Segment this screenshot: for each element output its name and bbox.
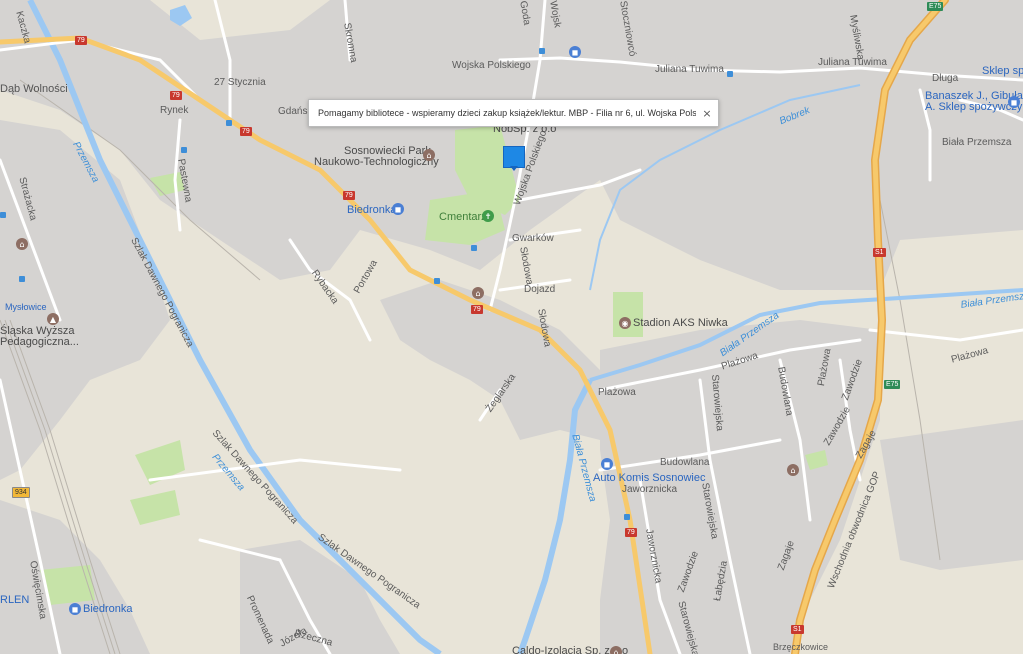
- street-label: Biała Przemsza: [942, 137, 1012, 148]
- place-label[interactable]: Naukowo-Technologiczny: [314, 156, 439, 168]
- map-canvas[interactable]: Przemsza Przemsza Bobrek Biała Przemsza …: [0, 0, 1023, 654]
- place-label[interactable]: Stadion AKS Niwka: [633, 317, 728, 329]
- road-shield-e75: E75: [927, 2, 944, 11]
- info-window: Pomagamy bibliotece - wspieramy dzieci z…: [308, 99, 719, 127]
- bus-stop-icon[interactable]: [19, 276, 25, 282]
- place-label[interactable]: Sklep spo: [982, 65, 1023, 77]
- street-label: Dojazd: [524, 284, 556, 295]
- street-label: Plażowa: [598, 387, 636, 398]
- place-label[interactable]: Pedagogiczna...: [0, 336, 79, 348]
- road-shield-e75: E75: [884, 380, 901, 389]
- bus-stop-icon[interactable]: [471, 245, 477, 251]
- street-label: Jaworznicka: [622, 484, 678, 495]
- street-label: Juliana Tuwima: [655, 64, 724, 75]
- bus-stop-icon[interactable]: [624, 514, 630, 520]
- museum-icon[interactable]: ⌂: [787, 464, 799, 476]
- street-label: Długa: [932, 73, 959, 84]
- road-shield-79: 79: [170, 91, 182, 100]
- bus-stop-icon[interactable]: [727, 71, 733, 77]
- shopping-bag-icon[interactable]: ◼: [392, 203, 404, 215]
- road-shield-79: 79: [625, 528, 637, 537]
- road-shield-79: 79: [240, 127, 252, 136]
- info-window-text: Pomagamy bibliotece - wspieramy dzieci z…: [318, 108, 696, 118]
- shopping-bag-icon[interactable]: ◼: [569, 46, 581, 58]
- place-label: Dąb Wolności: [0, 83, 68, 95]
- museum-icon[interactable]: ⌂: [610, 646, 622, 654]
- map-marker-icon[interactable]: [503, 146, 525, 171]
- museum-icon[interactable]: ⌂: [472, 287, 484, 299]
- close-icon[interactable]: ×: [696, 107, 718, 120]
- bus-stop-icon[interactable]: [0, 212, 6, 218]
- cemetery-icon[interactable]: ✝: [482, 210, 494, 222]
- road-shield-s1: S1: [873, 248, 886, 257]
- place-label[interactable]: Mysłowice: [5, 302, 47, 312]
- bus-stop-icon[interactable]: [539, 48, 545, 54]
- street-label: Wojska Polskiego: [452, 60, 531, 71]
- place-label[interactable]: Biedronka: [83, 603, 133, 615]
- museum-icon[interactable]: ⌂: [423, 149, 435, 161]
- place-label[interactable]: Auto Komis Sosnowiec: [593, 472, 706, 484]
- road-shield-s1: S1: [791, 625, 804, 634]
- street-label: 27 Stycznia: [214, 77, 266, 88]
- place-label[interactable]: Cmentarz: [439, 211, 487, 223]
- road-shield-79: 79: [471, 305, 483, 314]
- street-label: Juliana Tuwima: [818, 57, 887, 68]
- museum-icon[interactable]: ⌂: [16, 238, 28, 250]
- road-shield-934: 934: [12, 487, 30, 498]
- bus-stop-icon[interactable]: [181, 147, 187, 153]
- street-label: Rynek: [160, 105, 189, 116]
- street-label: Budowlana: [660, 457, 710, 468]
- bus-stop-icon[interactable]: [434, 278, 440, 284]
- place-label[interactable]: RLEN: [0, 594, 29, 606]
- shopping-bag-icon[interactable]: ◼: [69, 603, 81, 615]
- road-shield-79: 79: [75, 36, 87, 45]
- place-label[interactable]: Biedronka: [347, 204, 397, 216]
- school-icon[interactable]: ▲: [47, 313, 59, 325]
- road-shield-79: 79: [343, 191, 355, 200]
- place-label: Brzęczkowice: [773, 642, 829, 652]
- bus-stop-icon[interactable]: [226, 120, 232, 126]
- street-label: Gwarków: [512, 233, 554, 244]
- shopping-bag-icon[interactable]: ◼: [1008, 96, 1020, 108]
- stadium-icon[interactable]: ◉: [619, 317, 631, 329]
- shopping-bag-icon[interactable]: ◼: [601, 458, 613, 470]
